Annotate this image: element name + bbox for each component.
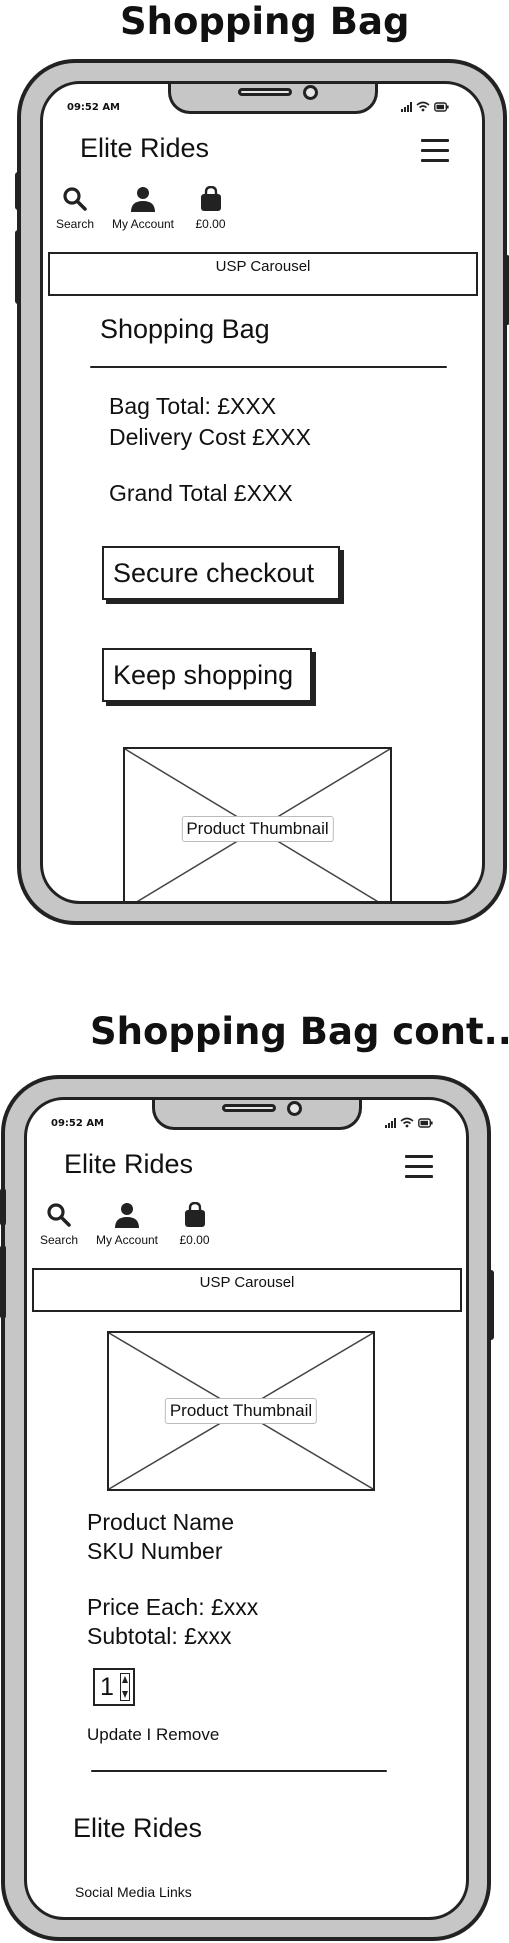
signal-icon <box>385 1118 396 1128</box>
nav-bag-total: £0.00 <box>195 217 226 231</box>
secure-checkout-button[interactable]: Secure checkout <box>102 546 340 600</box>
user-icon <box>115 1203 139 1228</box>
phone-notch <box>168 84 378 114</box>
keep-shopping-button[interactable]: Keep shopping <box>102 648 312 702</box>
bag-icon <box>184 1202 205 1227</box>
camera <box>287 1101 302 1116</box>
side-button <box>488 1270 494 1340</box>
page-title: Shopping Bag <box>100 314 270 344</box>
quantity-stepper[interactable]: 1 <box>93 1668 135 1706</box>
stepper-arrows[interactable] <box>120 1673 130 1701</box>
side-button <box>0 1245 6 1319</box>
usp-carousel[interactable]: USP Carousel <box>32 1268 462 1312</box>
camera <box>303 85 318 100</box>
delivery-cost: Delivery Cost £XXX <box>109 424 311 450</box>
social-media-links[interactable]: Social Media Links <box>75 1884 192 1900</box>
product-thumbnail: Product Thumbnail <box>107 1331 375 1491</box>
nav-search[interactable]: Search <box>29 1202 89 1247</box>
divider <box>90 366 447 368</box>
update-remove-links[interactable]: Update I Remove <box>87 1725 219 1745</box>
nav-account[interactable]: My Account <box>87 1202 167 1247</box>
thumbnail-label: Product Thumbnail <box>164 1398 318 1424</box>
phone-screen-1: 09:52 AM Elite Rides Search My Account £… <box>40 81 485 904</box>
nav-account[interactable]: My Account <box>103 186 183 231</box>
usp-carousel[interactable]: USP Carousel <box>48 252 478 296</box>
search-icon <box>47 1203 71 1227</box>
phone-notch <box>152 1100 362 1130</box>
nav-account-label: My Account <box>111 217 175 231</box>
side-button <box>15 230 21 304</box>
quantity-value: 1 <box>100 1673 114 1701</box>
thumbnail-label: Product Thumbnail <box>181 816 334 842</box>
subtotal: Subtotal: £xxx <box>87 1623 232 1649</box>
nav-search-label: Search <box>55 217 95 231</box>
stepper-up-down-icon <box>122 1676 128 1698</box>
price-each: Price Each: £xxx <box>87 1594 259 1620</box>
nav-account-label: My Account <box>95 1233 159 1247</box>
side-button <box>0 1188 6 1226</box>
grand-total: Grand Total £XXX <box>109 480 293 506</box>
speaker <box>238 88 292 96</box>
nav-bag-total: £0.00 <box>179 1233 210 1247</box>
nav-bag[interactable]: £0.00 <box>183 186 238 231</box>
bag-icon <box>200 186 221 211</box>
hamburger-icon[interactable] <box>405 1155 433 1179</box>
wifi-icon <box>416 101 430 112</box>
nav-search[interactable]: Search <box>45 186 105 231</box>
side-button <box>504 255 509 325</box>
bag-total: Bag Total: £XXX <box>109 393 277 419</box>
nav-search-label: Search <box>39 1233 79 1247</box>
user-icon <box>131 187 155 212</box>
screen1-heading: Shopping Bag <box>120 0 410 43</box>
wifi-icon <box>400 1117 414 1128</box>
side-button <box>15 172 21 210</box>
signal-icon <box>401 102 412 112</box>
status-icons <box>401 101 449 112</box>
search-icon <box>63 187 87 211</box>
product-name: Product Name <box>87 1509 235 1535</box>
battery-icon <box>418 1118 433 1128</box>
nav-bag[interactable]: £0.00 <box>167 1202 222 1247</box>
brand-logo[interactable]: Elite Rides <box>64 1149 193 1180</box>
sku-number: SKU Number <box>87 1538 223 1564</box>
screen2-heading: Shopping Bag cont... <box>90 1010 509 1053</box>
footer-brand: Elite Rides <box>73 1813 203 1843</box>
brand-logo[interactable]: Elite Rides <box>80 133 209 164</box>
phone-screen-2: 09:52 AM Elite Rides Search My Account £… <box>24 1097 469 1920</box>
status-time: 09:52 AM <box>67 102 121 113</box>
speaker <box>222 1104 276 1112</box>
status-time: 09:52 AM <box>51 1118 105 1129</box>
battery-icon <box>434 102 449 112</box>
hamburger-icon[interactable] <box>421 139 449 163</box>
status-icons <box>385 1117 433 1128</box>
product-thumbnail: Product Thumbnail <box>123 747 392 901</box>
divider <box>91 1770 387 1772</box>
